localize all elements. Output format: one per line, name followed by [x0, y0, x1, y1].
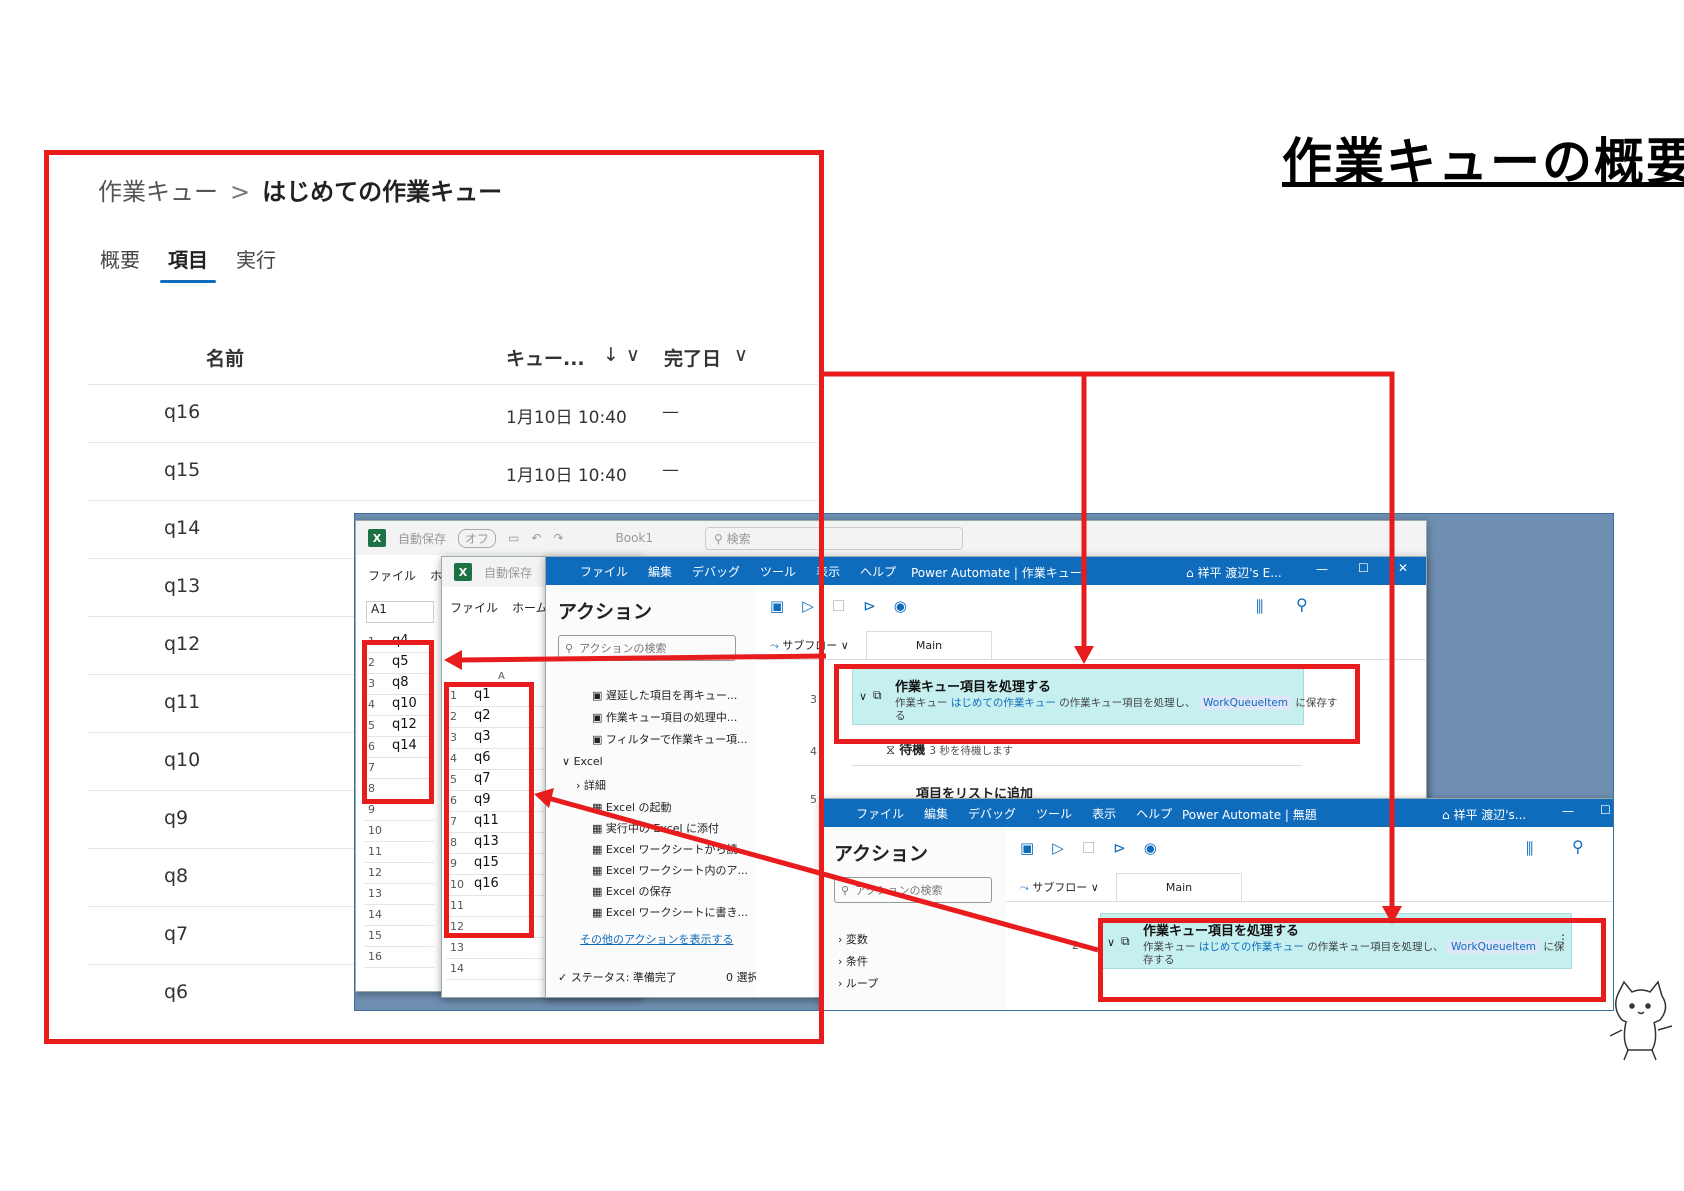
connector-line	[547, 795, 1099, 953]
arrow-head	[444, 650, 462, 670]
connector-line	[457, 653, 827, 663]
cat-mascot-icon	[1609, 980, 1673, 1061]
arrow-head	[1074, 646, 1094, 664]
arrow-head	[1382, 906, 1402, 924]
connector-line	[824, 371, 1395, 910]
connector-arrows	[444, 371, 1402, 953]
arrow-head	[534, 788, 554, 808]
